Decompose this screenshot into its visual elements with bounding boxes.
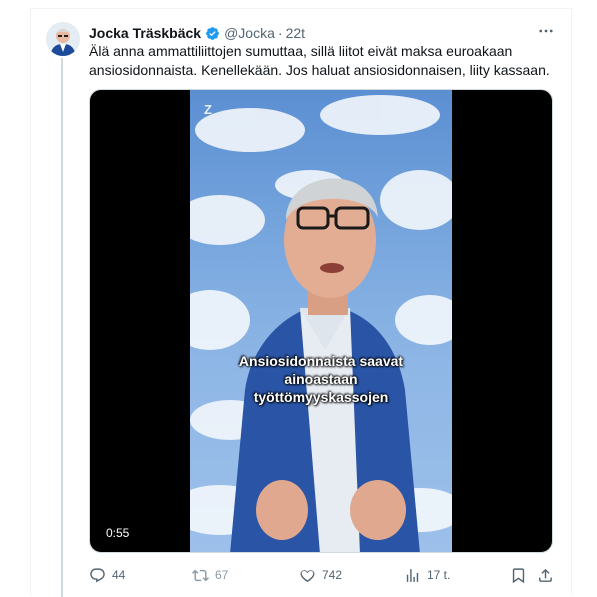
- header-separator: ·: [277, 25, 283, 41]
- caption-line: työttömyyskassojen: [253, 389, 389, 405]
- views-count: 17 t.: [427, 568, 451, 582]
- views-icon: [406, 568, 419, 582]
- repost-icon: [192, 569, 209, 581]
- repost-button[interactable]: 67: [192, 565, 228, 585]
- verified-icon: [205, 26, 220, 41]
- timestamp[interactable]: 22t: [286, 25, 305, 41]
- video-frame: Z Ansiosidonnaista saavat ainoastaan työ…: [190, 90, 452, 552]
- watermark-logo: Z: [204, 102, 212, 117]
- bookmark-icon: [512, 567, 525, 583]
- share-button[interactable]: [537, 565, 554, 585]
- video-player[interactable]: Z Ansiosidonnaista saavat ainoastaan työ…: [89, 89, 553, 553]
- like-icon: [300, 569, 315, 582]
- reply-button[interactable]: 44: [89, 565, 125, 585]
- reply-count: 44: [112, 568, 126, 582]
- reply-icon: [90, 567, 105, 582]
- video-duration: 0:55: [106, 526, 130, 540]
- thread-line: [61, 58, 63, 597]
- share-icon: [539, 568, 552, 582]
- like-count: 742: [322, 568, 343, 582]
- avatar[interactable]: [46, 22, 80, 56]
- views-button[interactable]: 17 t.: [404, 565, 450, 585]
- tweet-text: Älä anna ammattiliittojen sumuttaa, sill…: [89, 43, 550, 78]
- author-name[interactable]: Jocka Träskbäck: [89, 25, 201, 41]
- action-bar: 44 67 742 17 t.: [89, 565, 555, 585]
- repost-count: 67: [215, 568, 229, 582]
- caption-line: Ansiosidonnaista saavat: [238, 353, 404, 369]
- tweet-header: Jocka Träskbäck @Jocka · 22t: [89, 24, 305, 42]
- bookmark-button[interactable]: [510, 565, 527, 585]
- video-still: [190, 95, 452, 552]
- author-handle[interactable]: @Jocka: [224, 25, 275, 41]
- like-button[interactable]: 742: [299, 565, 342, 585]
- caption-line: ainoastaan: [284, 371, 358, 387]
- more-icon[interactable]: [537, 22, 555, 40]
- video-caption: Ansiosidonnaista saavat ainoastaan tyött…: [190, 352, 452, 406]
